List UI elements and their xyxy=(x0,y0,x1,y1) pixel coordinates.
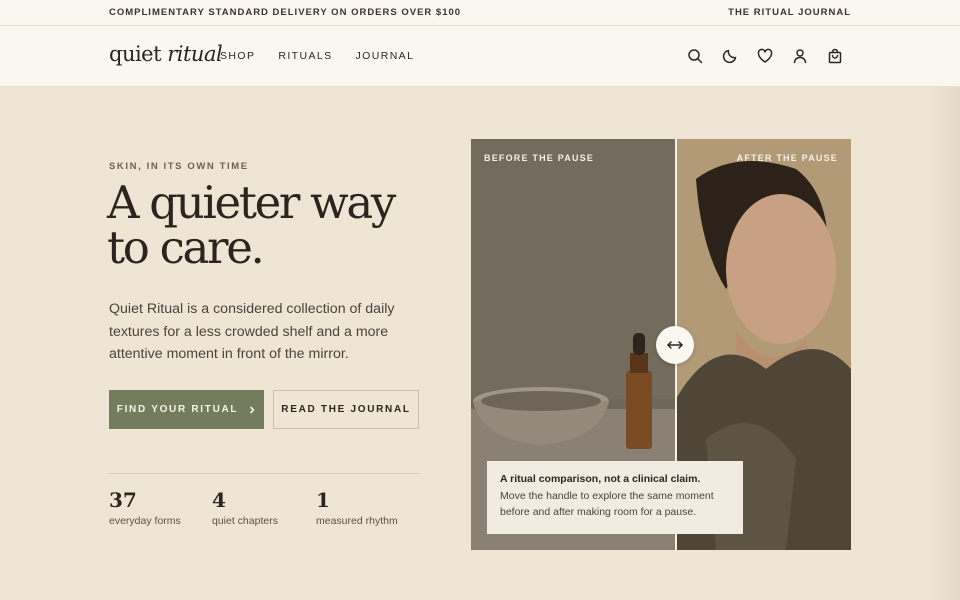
moon-icon[interactable] xyxy=(721,47,739,65)
search-icon[interactable] xyxy=(686,47,704,65)
caption-body: Move the handle to explore the same mome… xyxy=(500,490,714,518)
user-icon[interactable] xyxy=(791,47,809,65)
logo[interactable]: quiet ritual xyxy=(109,42,223,66)
read-the-journal-label: READ THE JOURNAL xyxy=(281,404,411,415)
comparison-caption: A ritual comparison, not a clinical clai… xyxy=(487,461,743,534)
stat-label: measured rhythm xyxy=(316,515,398,527)
caption-title: A ritual comparison, not a clinical clai… xyxy=(500,473,701,485)
read-the-journal-button[interactable]: READ THE JOURNAL xyxy=(273,390,419,429)
after-label: AFTER THE PAUSE xyxy=(736,153,838,163)
arrows-horizontal-icon xyxy=(667,341,683,349)
stat-number: 1 xyxy=(316,488,330,512)
stat-quiet-chapters: 4 quiet chapters xyxy=(212,487,278,527)
heart-icon[interactable] xyxy=(756,47,774,65)
stat-label: quiet chapters xyxy=(212,515,278,527)
header-icons xyxy=(686,47,844,65)
stat-measured-rhythm: 1 measured rhythm xyxy=(316,487,398,527)
stat-number: 37 xyxy=(109,488,137,512)
hero-eyebrow: SKIN, IN ITS OWN TIME xyxy=(109,161,249,172)
before-label: BEFORE THE PAUSE xyxy=(484,153,595,163)
stat-number: 4 xyxy=(212,488,226,512)
stats-divider xyxy=(109,473,419,474)
announcement-text: COMPLIMENTARY STANDARD DELIVERY ON ORDER… xyxy=(109,7,462,18)
bag-icon[interactable] xyxy=(826,47,844,65)
before-after-comparison[interactable]: BEFORE THE PAUSE AFTER THE PAUSE A ritua… xyxy=(471,139,851,550)
nav-rituals[interactable]: RITUALS xyxy=(278,50,332,62)
stat-everyday-forms: 37 everyday forms xyxy=(109,487,181,527)
find-your-ritual-button[interactable]: FIND YOUR RITUAL xyxy=(109,390,264,429)
logo-word-quiet: quiet xyxy=(109,42,168,66)
comparison-handle[interactable] xyxy=(656,326,694,364)
chevron-right-icon xyxy=(250,405,255,414)
journal-link[interactable]: THE RITUAL JOURNAL xyxy=(728,7,851,18)
stat-label: everyday forms xyxy=(109,515,181,527)
main-nav: SHOP RITUALS JOURNAL xyxy=(220,50,414,62)
nav-journal[interactable]: JOURNAL xyxy=(356,50,415,62)
nav-shop[interactable]: SHOP xyxy=(220,50,255,62)
find-your-ritual-label: FIND YOUR RITUAL xyxy=(116,404,239,415)
edge-shade xyxy=(930,87,960,600)
hero-lede: Quiet Ritual is a considered collection … xyxy=(109,301,395,362)
announcement-bar: COMPLIMENTARY STANDARD DELIVERY ON ORDER… xyxy=(0,0,960,26)
hero-headline: A quieter way to care. xyxy=(107,176,396,274)
site-header: quiet ritual SHOP RITUALS JOURNAL xyxy=(0,26,960,87)
logo-word-ritual: ritual xyxy=(167,42,223,66)
